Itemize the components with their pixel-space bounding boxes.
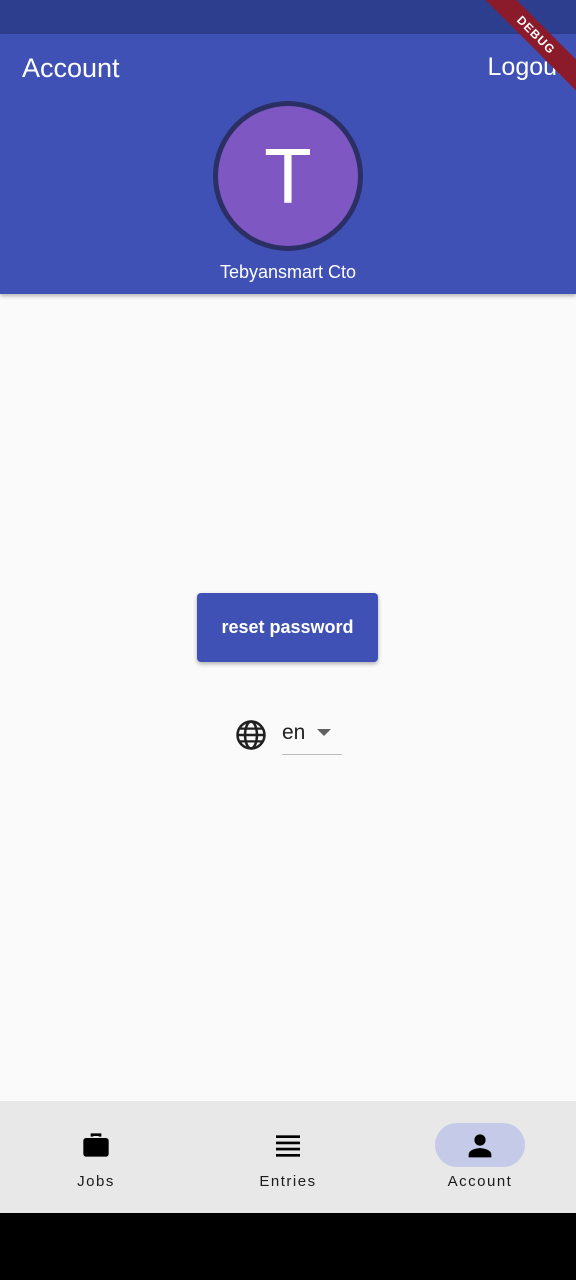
app-bar: Account Logout T Tebyansmart Cto: [0, 34, 576, 294]
language-value: en: [282, 721, 306, 744]
user-name: Tebyansmart Cto: [219, 262, 357, 282]
nav-item-entries[interactable]: Entries: [192, 1101, 384, 1213]
nav-item-jobs[interactable]: Jobs: [0, 1101, 192, 1213]
bottom-navigation: Jobs Entries Account: [0, 1101, 576, 1213]
reset-password-button[interactable]: reset password: [197, 593, 378, 662]
nav-label-jobs: Jobs: [77, 1173, 115, 1190]
nav-label-entries: Entries: [259, 1173, 317, 1190]
avatar-initial: T: [218, 106, 358, 246]
list-icon: [276, 1135, 300, 1157]
caret-down-icon: [317, 729, 331, 736]
language-dropdown[interactable]: en: [282, 714, 342, 755]
language-selector-row: en: [234, 714, 344, 756]
nav-label-account: Account: [447, 1173, 513, 1190]
system-navigation-bar: [0, 1213, 576, 1280]
globe-icon: [236, 720, 266, 750]
page-title: Account: [22, 53, 120, 83]
nav-item-account[interactable]: Account: [384, 1101, 576, 1213]
person-icon: [468, 1134, 492, 1158]
work-icon: [83, 1133, 109, 1157]
avatar: T: [213, 101, 363, 251]
